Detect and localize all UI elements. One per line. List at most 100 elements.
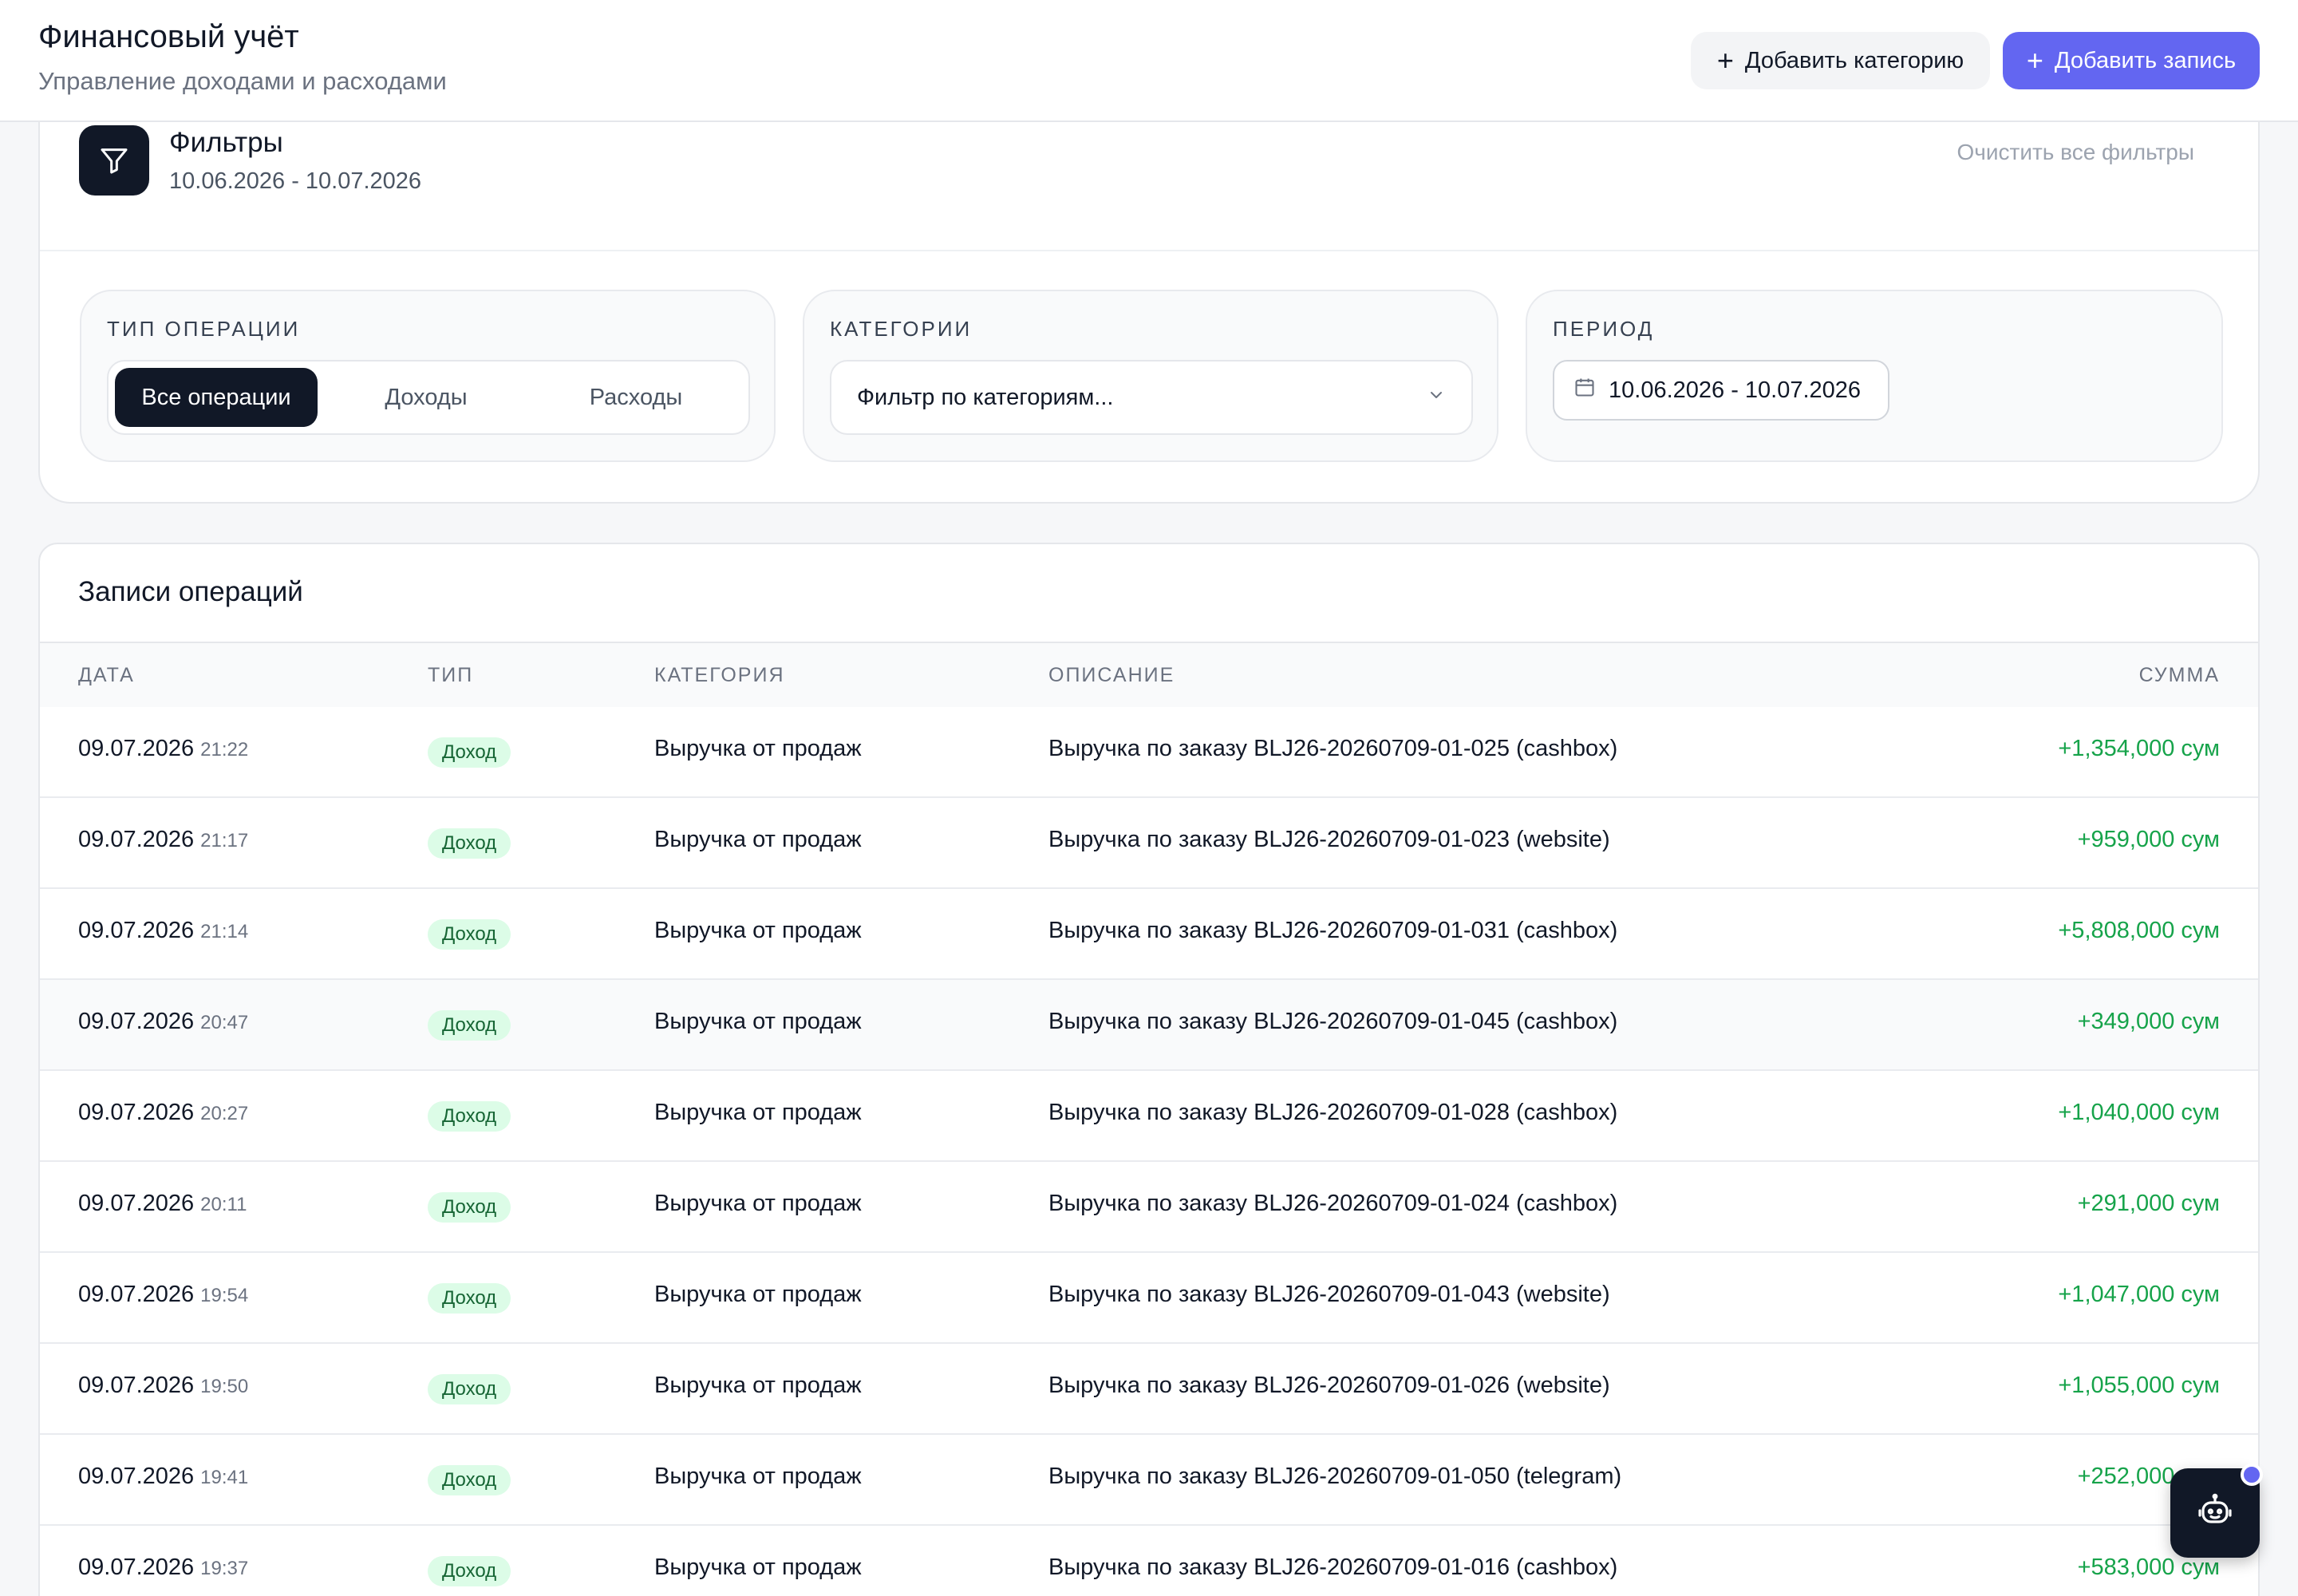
time-value: 19:41 <box>200 1467 249 1488</box>
row-date: 09.07.2026 19:41 <box>78 1464 248 1490</box>
row-type: Доход <box>428 1283 511 1314</box>
segment-expenses[interactable]: Расходы <box>535 368 737 427</box>
filter-icon <box>79 125 149 196</box>
time-value: 20:27 <box>200 1103 249 1124</box>
row-amount: +5,808,000 сум <box>2058 918 2220 943</box>
table-row[interactable]: 09.07.2026 19:41 Доход Выручка от продаж … <box>40 1435 2258 1526</box>
table-row[interactable]: 09.07.2026 21:22 Доход Выручка от продаж … <box>40 707 2258 798</box>
row-description: Выручка по заказу BLJ26-20260709-01-024 … <box>1048 1191 1618 1216</box>
table-row[interactable]: 09.07.2026 21:17 Доход Выручка от продаж … <box>40 798 2258 889</box>
row-amount: +1,047,000 сум <box>2058 1282 2220 1307</box>
row-description: Выручка по заказу BLJ26-20260709-01-023 … <box>1048 827 1610 852</box>
period-date-picker[interactable]: 10.06.2026 - 10.07.2026 <box>1553 360 1889 421</box>
notification-dot <box>2241 1464 2263 1486</box>
segment-all-operations[interactable]: Все операции <box>115 368 318 427</box>
date-value: 09.07.2026 <box>78 1464 195 1489</box>
type-badge: Доход <box>428 1465 511 1495</box>
row-description: Выручка по заказу BLJ26-20260709-01-028 … <box>1048 1100 1618 1125</box>
filters-card: Фильтры 10.06.2026 - 10.07.2026 Очистить… <box>38 122 2260 504</box>
period-filter: Период 10.06.2026 - 10.07.2026 <box>1526 290 2223 462</box>
date-value: 09.07.2026 <box>78 736 195 761</box>
add-category-button[interactable]: + Добавить категорию <box>1691 32 1990 89</box>
row-date: 09.07.2026 19:54 <box>78 1282 248 1308</box>
row-category: Выручка от продаж <box>654 1282 862 1307</box>
column-header-date[interactable]: Дата <box>78 664 135 687</box>
row-amount: +1,055,000 сум <box>2058 1373 2220 1398</box>
type-badge: Доход <box>428 1374 511 1404</box>
table-row[interactable]: 09.07.2026 20:27 Доход Выручка от продаж … <box>40 1071 2258 1162</box>
records-card: Записи операций Дата Тип Категория Описа… <box>38 543 2260 1596</box>
plus-icon: + <box>2026 44 2043 77</box>
type-badge: Доход <box>428 828 511 859</box>
date-value: 09.07.2026 <box>78 1009 195 1034</box>
row-category: Выручка от продаж <box>654 1373 862 1398</box>
table-header: Дата Тип Категория Описание Сумма <box>40 642 2258 707</box>
table-body: 09.07.2026 21:22 Доход Выручка от продаж … <box>40 707 2258 1596</box>
table-row[interactable]: 09.07.2026 20:11 Доход Выручка от продаж … <box>40 1162 2258 1253</box>
time-value: 20:47 <box>200 1012 249 1033</box>
table-row[interactable]: 09.07.2026 19:37 Доход Выручка от продаж … <box>40 1526 2258 1596</box>
row-description: Выручка по заказу BLJ26-20260709-01-043 … <box>1048 1282 1610 1307</box>
row-date: 09.07.2026 21:14 <box>78 918 248 944</box>
row-category: Выручка от продаж <box>654 1464 862 1489</box>
operation-type-label: Тип операции <box>107 317 301 341</box>
time-value: 20:11 <box>200 1194 247 1215</box>
row-description: Выручка по заказу BLJ26-20260709-01-016 … <box>1048 1555 1618 1580</box>
row-description: Выручка по заказу BLJ26-20260709-01-025 … <box>1048 736 1618 761</box>
row-category: Выручка от продаж <box>654 1009 862 1034</box>
time-value: 21:17 <box>200 830 249 851</box>
row-amount: +583,000 сум <box>2077 1555 2220 1580</box>
row-amount: +1,040,000 сум <box>2058 1100 2220 1125</box>
column-header-category[interactable]: Категория <box>654 664 785 687</box>
categories-select[interactable]: Фильтр по категориям... <box>830 360 1473 435</box>
operation-type-segmented: Все операции Доходы Расходы <box>107 360 750 435</box>
row-amount: +291,000 сум <box>2077 1191 2220 1216</box>
row-date: 09.07.2026 20:11 <box>78 1191 247 1217</box>
row-type: Доход <box>428 919 511 950</box>
categories-placeholder: Фильтр по категориям... <box>857 384 1114 410</box>
row-type: Доход <box>428 1192 511 1223</box>
row-category: Выручка от продаж <box>654 1191 862 1216</box>
row-type: Доход <box>428 828 511 859</box>
app-header: Финансовый учёт Управление доходами и ра… <box>0 0 2298 122</box>
time-value: 19:37 <box>200 1558 249 1579</box>
table-row[interactable]: 09.07.2026 20:47 Доход Выручка от продаж … <box>40 980 2258 1071</box>
column-header-type[interactable]: Тип <box>428 664 473 687</box>
time-value: 19:54 <box>200 1285 249 1306</box>
filters-title: Фильтры <box>169 127 283 158</box>
row-date: 09.07.2026 20:47 <box>78 1009 248 1035</box>
column-header-amount[interactable]: Сумма <box>2139 664 2220 687</box>
time-value: 19:50 <box>200 1376 249 1397</box>
date-value: 09.07.2026 <box>78 1555 195 1580</box>
period-label: Период <box>1553 317 1655 341</box>
row-type: Доход <box>428 1101 511 1132</box>
row-type: Доход <box>428 1010 511 1041</box>
row-category: Выручка от продаж <box>654 1555 862 1580</box>
date-value: 09.07.2026 <box>78 827 195 852</box>
row-date: 09.07.2026 19:37 <box>78 1555 248 1581</box>
period-value: 10.06.2026 - 10.07.2026 <box>1609 377 1862 403</box>
divider <box>40 250 2258 251</box>
categories-filter: Категории Фильтр по категориям... <box>803 290 1498 462</box>
row-description: Выручка по заказу BLJ26-20260709-01-045 … <box>1048 1009 1618 1034</box>
row-date: 09.07.2026 21:22 <box>78 736 248 762</box>
row-type: Доход <box>428 1374 511 1404</box>
filters-date-range: 10.06.2026 - 10.07.2026 <box>169 168 422 194</box>
segment-income[interactable]: Доходы <box>318 368 535 427</box>
table-row[interactable]: 09.07.2026 19:54 Доход Выручка от продаж … <box>40 1253 2258 1344</box>
table-row[interactable]: 09.07.2026 19:50 Доход Выручка от продаж … <box>40 1344 2258 1435</box>
type-badge: Доход <box>428 1556 511 1586</box>
table-row[interactable]: 09.07.2026 21:14 Доход Выручка от продаж … <box>40 889 2258 980</box>
add-record-label: Добавить запись <box>2054 47 2237 73</box>
page-subtitle: Управление доходами и расходами <box>38 67 447 95</box>
time-value: 21:22 <box>200 739 249 760</box>
column-header-description[interactable]: Описание <box>1048 664 1175 687</box>
time-value: 21:14 <box>200 921 249 942</box>
row-description: Выручка по заказу BLJ26-20260709-01-026 … <box>1048 1373 1610 1398</box>
add-record-button[interactable]: + Добавить запись <box>2003 32 2260 89</box>
type-badge: Доход <box>428 1101 511 1132</box>
clear-filters-link[interactable]: Очистить все фильтры <box>1956 140 2194 165</box>
records-title: Записи операций <box>78 576 303 607</box>
row-category: Выручка от продаж <box>654 736 862 761</box>
row-date: 09.07.2026 20:27 <box>78 1100 248 1126</box>
